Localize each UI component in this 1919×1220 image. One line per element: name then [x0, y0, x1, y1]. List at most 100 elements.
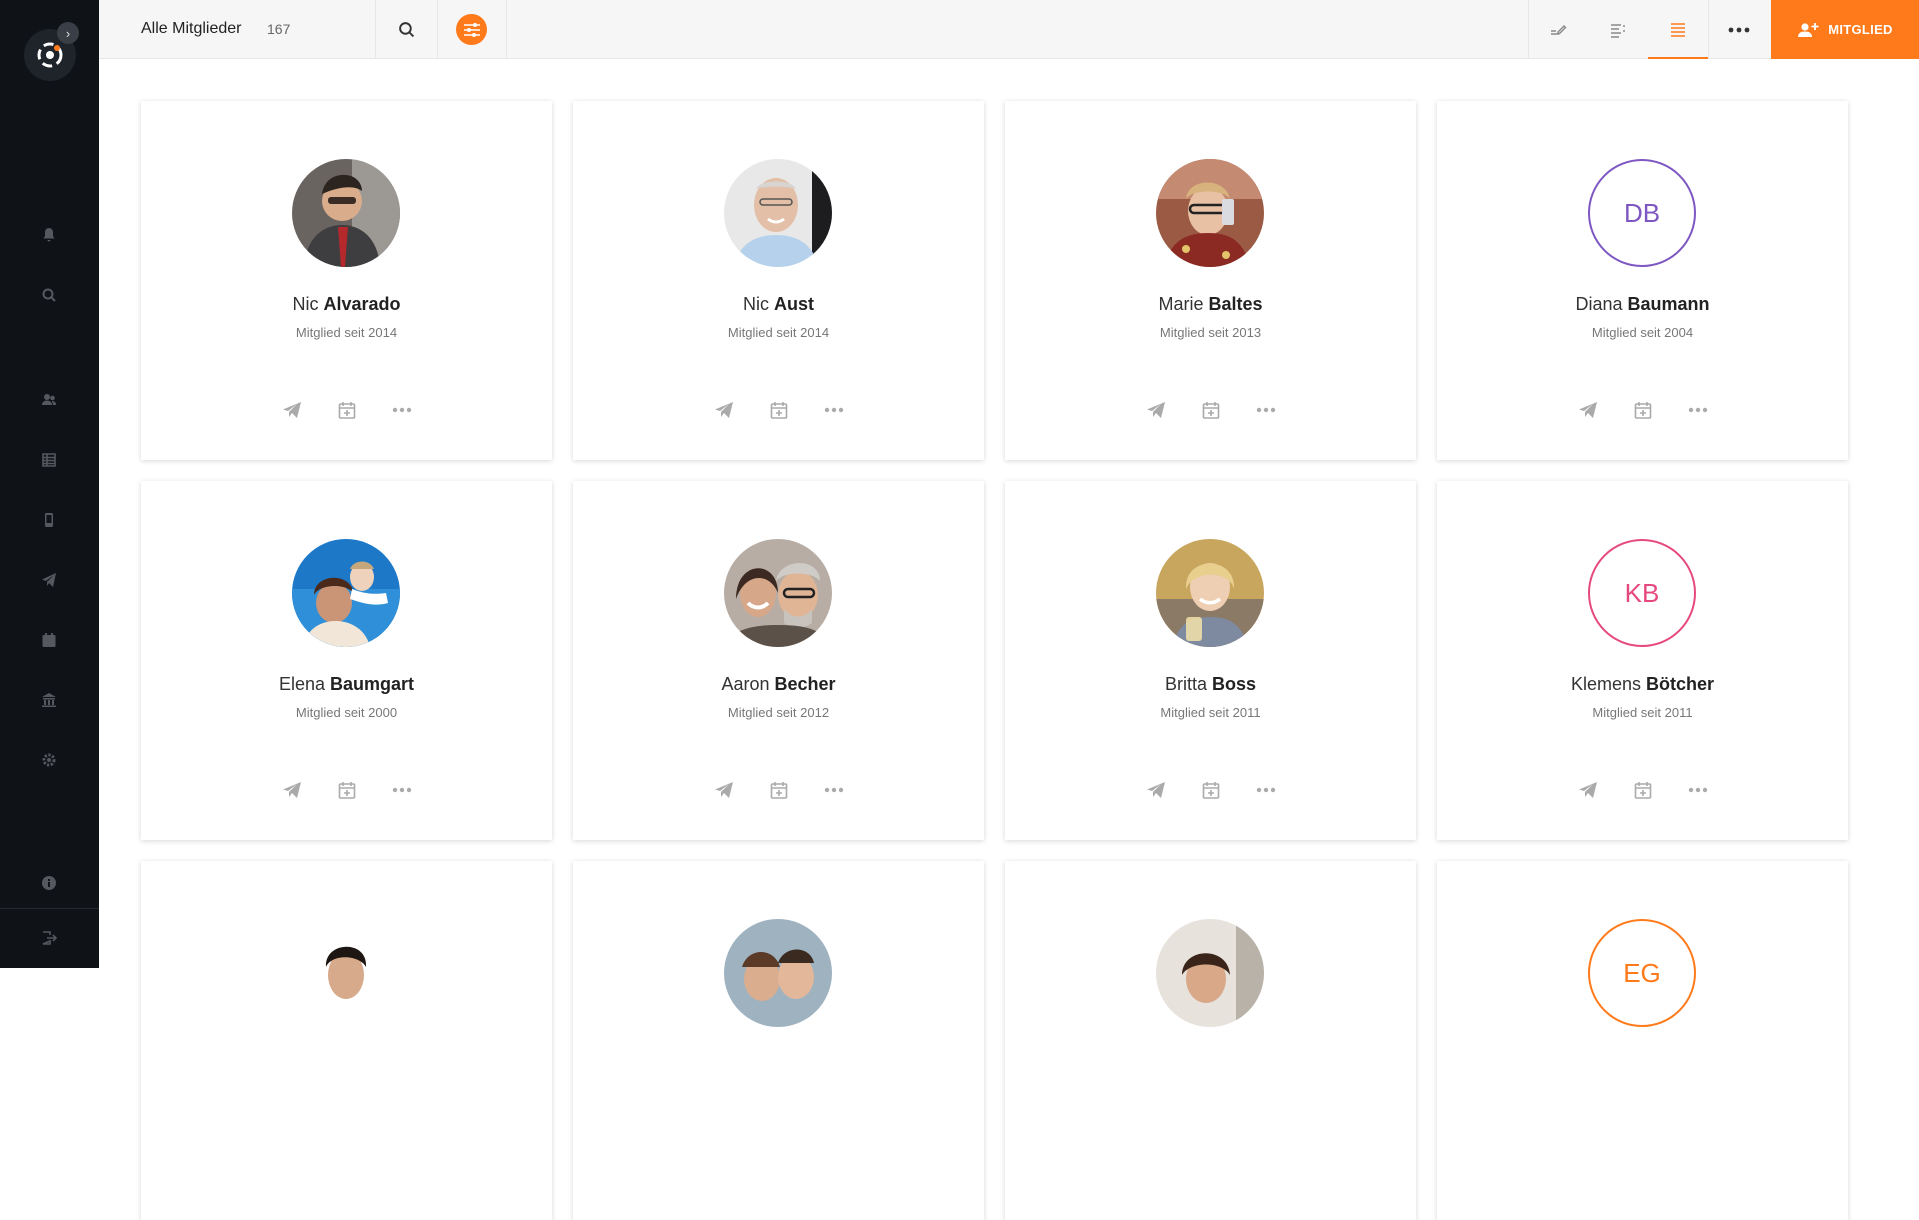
add-event-button[interactable] [1631, 398, 1655, 422]
member-name: Elena Baumgart [278, 674, 415, 694]
divider [506, 0, 507, 59]
calendar-add-icon [770, 782, 787, 799]
device-icon[interactable] [38, 509, 60, 531]
send-icon [1146, 782, 1165, 798]
send-icon [714, 782, 733, 798]
member-since: Mitglied seit 2011 [1592, 705, 1693, 720]
member-card[interactable]: Marie Baltes Mitglied seit 2013 [1005, 101, 1416, 460]
avatar [292, 159, 400, 267]
list-icon [1671, 22, 1685, 37]
member-since: Mitglied seit 2014 [295, 325, 398, 340]
calendar-add-icon [1202, 782, 1219, 799]
member-since: Mitglied seit 2000 [295, 705, 398, 720]
add-event-button[interactable] [1631, 778, 1655, 802]
more-icon [1256, 407, 1275, 413]
view-detail-list-button[interactable] [1588, 0, 1648, 59]
send-message-button[interactable] [1576, 778, 1600, 802]
calendar-add-icon [1202, 402, 1219, 419]
member-name: Diana Baumann [1575, 294, 1710, 314]
member-card[interactable]: DB Diana Baumann Mitglied seit 2004 [1437, 101, 1848, 460]
member-name: Britta Boss [1164, 674, 1257, 694]
calendar-icon[interactable] [38, 629, 60, 651]
table-icon[interactable] [38, 449, 60, 471]
member-card[interactable] [1005, 861, 1416, 1220]
avatar-initials: KB [1588, 539, 1696, 647]
member-name: Nic Aust [742, 294, 814, 314]
more-options-button[interactable] [822, 778, 846, 802]
member-card[interactable]: Nic Aust Mitglied seit 2014 [573, 101, 984, 460]
calendar-add-icon [338, 402, 355, 419]
send-icon[interactable] [38, 569, 60, 591]
more-options-button[interactable] [390, 778, 414, 802]
more-icon [392, 407, 411, 413]
page-title: Alle Mitglieder [141, 20, 242, 37]
send-message-button[interactable] [280, 398, 304, 422]
member-card[interactable]: Elena Baumgart Mitglied seit 2000 [141, 481, 552, 840]
bell-icon[interactable] [38, 224, 60, 246]
send-message-button[interactable] [1144, 398, 1168, 422]
member-card[interactable]: Britta Boss Mitglied seit 2011 [1005, 481, 1416, 840]
add-event-button[interactable] [1199, 778, 1223, 802]
add-member-label: MITGLIED [1828, 22, 1893, 37]
filter-button[interactable] [437, 0, 506, 59]
search-button[interactable] [375, 0, 437, 59]
add-user-icon [1798, 22, 1819, 37]
avatar [292, 539, 400, 647]
send-message-button[interactable] [712, 398, 736, 422]
add-event-button[interactable] [335, 778, 359, 802]
more-options-button[interactable] [1708, 0, 1770, 59]
member-since: Mitglied seit 2011 [1160, 705, 1261, 720]
avatar [1156, 159, 1264, 267]
send-icon [1578, 402, 1597, 418]
add-event-button[interactable] [335, 398, 359, 422]
calendar-add-icon [338, 782, 355, 799]
avatar-initials: EG [1588, 919, 1696, 1027]
send-icon [1578, 782, 1597, 798]
more-options-button[interactable] [1254, 778, 1278, 802]
sidebar-expand-button[interactable]: › [57, 22, 79, 44]
member-card[interactable]: Aaron Becher Mitglied seit 2012 [573, 481, 984, 840]
more-icon [1688, 787, 1707, 793]
send-message-button[interactable] [712, 778, 736, 802]
avatar [724, 539, 832, 647]
filter-icon [456, 14, 487, 45]
more-options-button[interactable] [822, 398, 846, 422]
add-event-button[interactable] [767, 398, 791, 422]
add-member-button[interactable]: MITGLIED [1771, 0, 1919, 59]
more-icon [392, 787, 411, 793]
more-icon [1256, 787, 1275, 793]
members-icon[interactable] [38, 389, 60, 411]
send-message-button[interactable] [1576, 398, 1600, 422]
avatar [724, 919, 832, 1027]
logo-icon [37, 42, 63, 68]
send-message-button[interactable] [280, 778, 304, 802]
calendar-add-icon [770, 402, 787, 419]
member-since: Mitglied seit 2004 [1591, 325, 1694, 340]
view-edit-list-button[interactable] [1528, 0, 1588, 59]
sidebar: › [0, 0, 99, 968]
member-name: Nic Alvarado [292, 294, 401, 314]
top-bar: Alle Mitglieder 167 MITGLIED [99, 0, 1919, 59]
info-icon[interactable] [38, 872, 60, 894]
member-since: Mitglied seit 2014 [727, 325, 830, 340]
member-card[interactable]: EG [1437, 861, 1848, 1220]
view-list-button[interactable] [1648, 0, 1708, 59]
search-icon[interactable] [38, 284, 60, 306]
detail-list-icon [1611, 23, 1625, 38]
more-options-button[interactable] [390, 398, 414, 422]
member-card[interactable] [141, 861, 552, 1220]
add-event-button[interactable] [1199, 398, 1223, 422]
member-card[interactable]: Nic Alvarado Mitglied seit 2014 [141, 101, 552, 460]
member-card[interactable]: KB Klemens Bötcher Mitglied seit 2011 [1437, 481, 1848, 840]
more-options-button[interactable] [1254, 398, 1278, 422]
member-name: Aaron Becher [721, 674, 836, 694]
more-options-button[interactable] [1686, 778, 1710, 802]
add-event-button[interactable] [767, 778, 791, 802]
more-options-button[interactable] [1686, 398, 1710, 422]
member-card[interactable] [573, 861, 984, 1220]
bank-icon[interactable] [38, 689, 60, 711]
logout-icon[interactable] [38, 927, 60, 949]
gear-icon[interactable] [38, 749, 60, 771]
send-message-button[interactable] [1144, 778, 1168, 802]
more-icon [824, 407, 843, 413]
